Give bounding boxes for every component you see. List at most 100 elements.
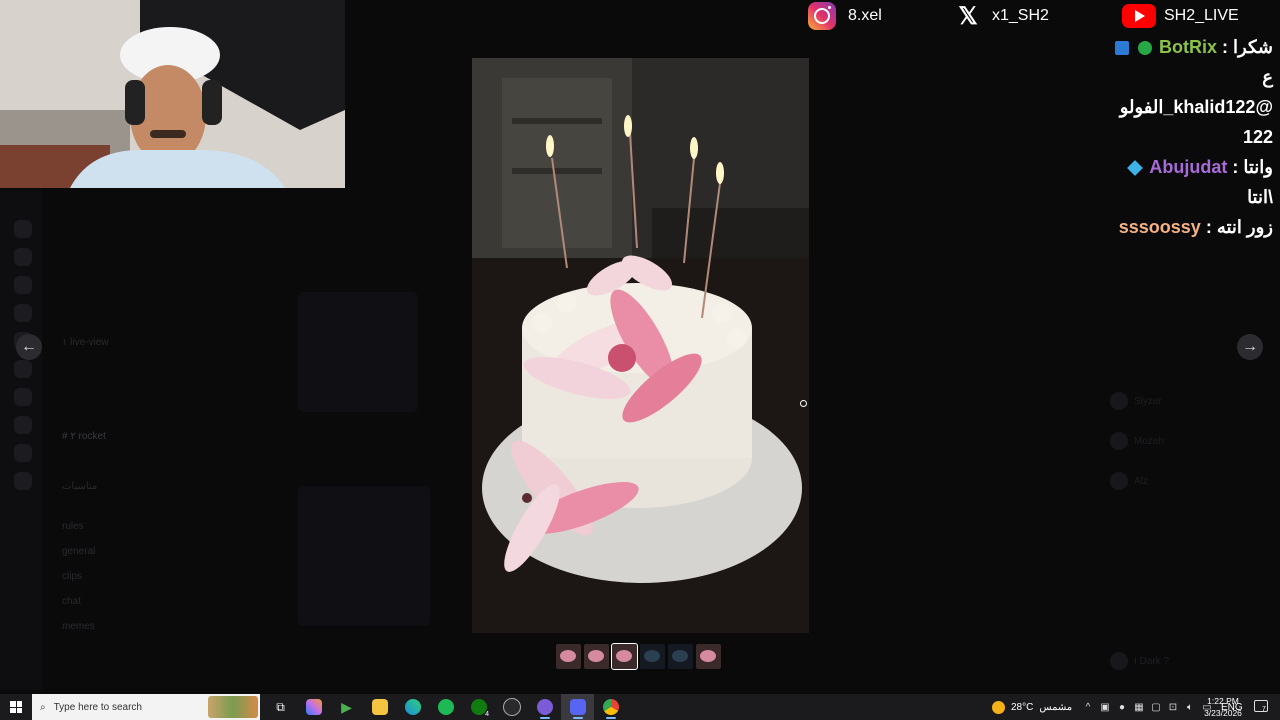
message-attachment xyxy=(298,486,430,626)
weather-widget[interactable]: 28°C مشمس xyxy=(992,694,1072,720)
clock-date: 3/23/2026 xyxy=(1204,708,1242,718)
thumbnail-strip xyxy=(556,643,721,670)
search-placeholder: Type here to search xyxy=(53,701,142,713)
tray-app-icon[interactable]: ▢ xyxy=(1150,701,1162,713)
channel-item[interactable]: rules xyxy=(62,520,84,534)
server-icon[interactable] xyxy=(14,416,32,434)
chat-separator: : xyxy=(1217,37,1229,57)
server-icon[interactable] xyxy=(14,304,32,322)
server-icon[interactable] xyxy=(14,276,32,294)
notification-count: 7 xyxy=(1262,706,1266,713)
chat-username: sssoossy xyxy=(1118,217,1201,237)
chat-separator: : xyxy=(1227,157,1239,177)
clock-time: 1:22 PM xyxy=(1207,696,1239,706)
chat-text: 122 xyxy=(1242,127,1273,147)
start-button[interactable] xyxy=(0,694,32,720)
channel-item[interactable]: clips xyxy=(62,570,82,584)
file-explorer-button[interactable] xyxy=(363,694,396,720)
member-name: I Dark ? xyxy=(1134,655,1170,667)
xbox-badge: 4 xyxy=(485,711,489,718)
taskbar-search[interactable]: ⌕ Type here to search xyxy=(32,694,260,720)
server-icon[interactable] xyxy=(14,444,32,462)
spotify-button[interactable] xyxy=(429,694,462,720)
microphone-icon[interactable]: ● xyxy=(1116,701,1128,713)
copilot-icon xyxy=(305,699,322,715)
pinned-apps: ⧉ ▶ 4 xyxy=(264,694,627,720)
channel-item[interactable]: # ٢ rocket xyxy=(62,430,106,444)
xbox-button[interactable]: 4 xyxy=(462,694,495,720)
chat-text: وانتا xyxy=(1243,157,1273,177)
weather-desc: مشمس xyxy=(1039,701,1073,713)
chevron-up-icon[interactable]: ^ xyxy=(1082,701,1094,713)
x-username: x1_SH2 xyxy=(992,7,1049,24)
chat-text: \انتا xyxy=(1247,187,1273,207)
windows-taskbar: ⌕ Type here to search ⧉ ▶ 4 28°C مشمس ^ … xyxy=(0,694,1280,720)
image-thumbnail[interactable] xyxy=(696,644,721,669)
volume-icon[interactable]: 🔈︎ xyxy=(1184,701,1196,713)
viewer-image xyxy=(472,58,809,633)
edge-button[interactable] xyxy=(396,694,429,720)
next-image-button[interactable]: → xyxy=(1237,334,1263,360)
app-icon xyxy=(536,699,553,715)
image-thumbnail[interactable] xyxy=(584,644,609,669)
image-thumbnail[interactable] xyxy=(556,644,581,669)
weather-temp: 28°C xyxy=(1011,701,1034,713)
task-view-icon: ⧉ xyxy=(276,699,285,714)
channel-item[interactable]: ١ live-view xyxy=(62,336,109,350)
chat-username: BotRix xyxy=(1159,37,1218,57)
chrome-button[interactable] xyxy=(594,694,627,720)
member-item[interactable]: Mozeh xyxy=(1110,430,1164,452)
member-item[interactable]: I Dark ? xyxy=(1110,650,1169,672)
clock[interactable]: 1:22 PM 3/23/2026 xyxy=(1198,695,1248,719)
edge-icon xyxy=(404,699,421,715)
image-thumbnail[interactable] xyxy=(640,644,665,669)
server-icon[interactable] xyxy=(14,472,32,490)
channel-item[interactable]: مناسبات xyxy=(62,480,97,494)
avatar xyxy=(1110,392,1128,410)
folder-icon xyxy=(371,699,388,715)
chat-message: وانتا : Abujudat \انتا xyxy=(1108,152,1273,212)
image-thumbnail-selected[interactable] xyxy=(611,643,638,670)
server-icon[interactable] xyxy=(14,360,32,378)
obs-icon xyxy=(502,698,521,716)
x-logo-icon: 𝕏 xyxy=(958,2,978,30)
chat-text: @khalid122_الفولو xyxy=(1119,97,1273,117)
chat-text: شكرا xyxy=(1233,37,1273,57)
xbox-icon xyxy=(470,699,487,715)
app-button[interactable] xyxy=(528,694,561,720)
sun-icon xyxy=(992,700,1005,714)
member-item[interactable]: Alz xyxy=(1110,470,1148,492)
search-highlight-image xyxy=(208,696,258,718)
previous-image-button[interactable]: ← xyxy=(16,334,42,360)
chat-separator: : xyxy=(1200,217,1212,237)
member-name: Mozeh xyxy=(1134,435,1165,447)
obs-button[interactable] xyxy=(495,694,528,720)
server-icon[interactable] xyxy=(14,388,32,406)
member-item[interactable]: Slyzer xyxy=(1110,390,1162,412)
spotify-icon xyxy=(437,699,454,715)
search-icon: ⌕ xyxy=(40,701,46,713)
image-thumbnail[interactable] xyxy=(668,644,693,669)
instagram-handle: 8.xel xyxy=(808,2,882,30)
network-icon[interactable]: ⊡ xyxy=(1167,701,1179,713)
server-icon[interactable] xyxy=(14,248,32,266)
member-name: Alz xyxy=(1134,475,1148,487)
play-store-button[interactable]: ▶ xyxy=(330,694,363,720)
channel-item[interactable]: general xyxy=(62,545,95,559)
mouse-cursor xyxy=(800,400,807,407)
channel-item[interactable]: memes xyxy=(62,620,95,634)
channel-item[interactable]: chat xyxy=(62,595,81,609)
tray-app-icon[interactable]: ▦ xyxy=(1133,701,1145,713)
x-handle: 𝕏 x1_SH2 xyxy=(956,2,1049,30)
chat-username: Abujudat xyxy=(1149,157,1228,177)
tray-app-icon[interactable]: ▣ xyxy=(1099,701,1111,713)
task-view-button[interactable]: ⧉ xyxy=(264,694,297,720)
server-icon[interactable] xyxy=(14,220,32,238)
instagram-icon xyxy=(808,2,836,30)
copilot-button[interactable] xyxy=(297,694,330,720)
server-sidebar xyxy=(0,190,42,690)
youtube-username: SH2_LIVE xyxy=(1164,7,1239,24)
youtube-icon xyxy=(1122,4,1156,28)
discord-button[interactable] xyxy=(561,694,594,720)
verified-badge-icon xyxy=(1138,41,1152,56)
